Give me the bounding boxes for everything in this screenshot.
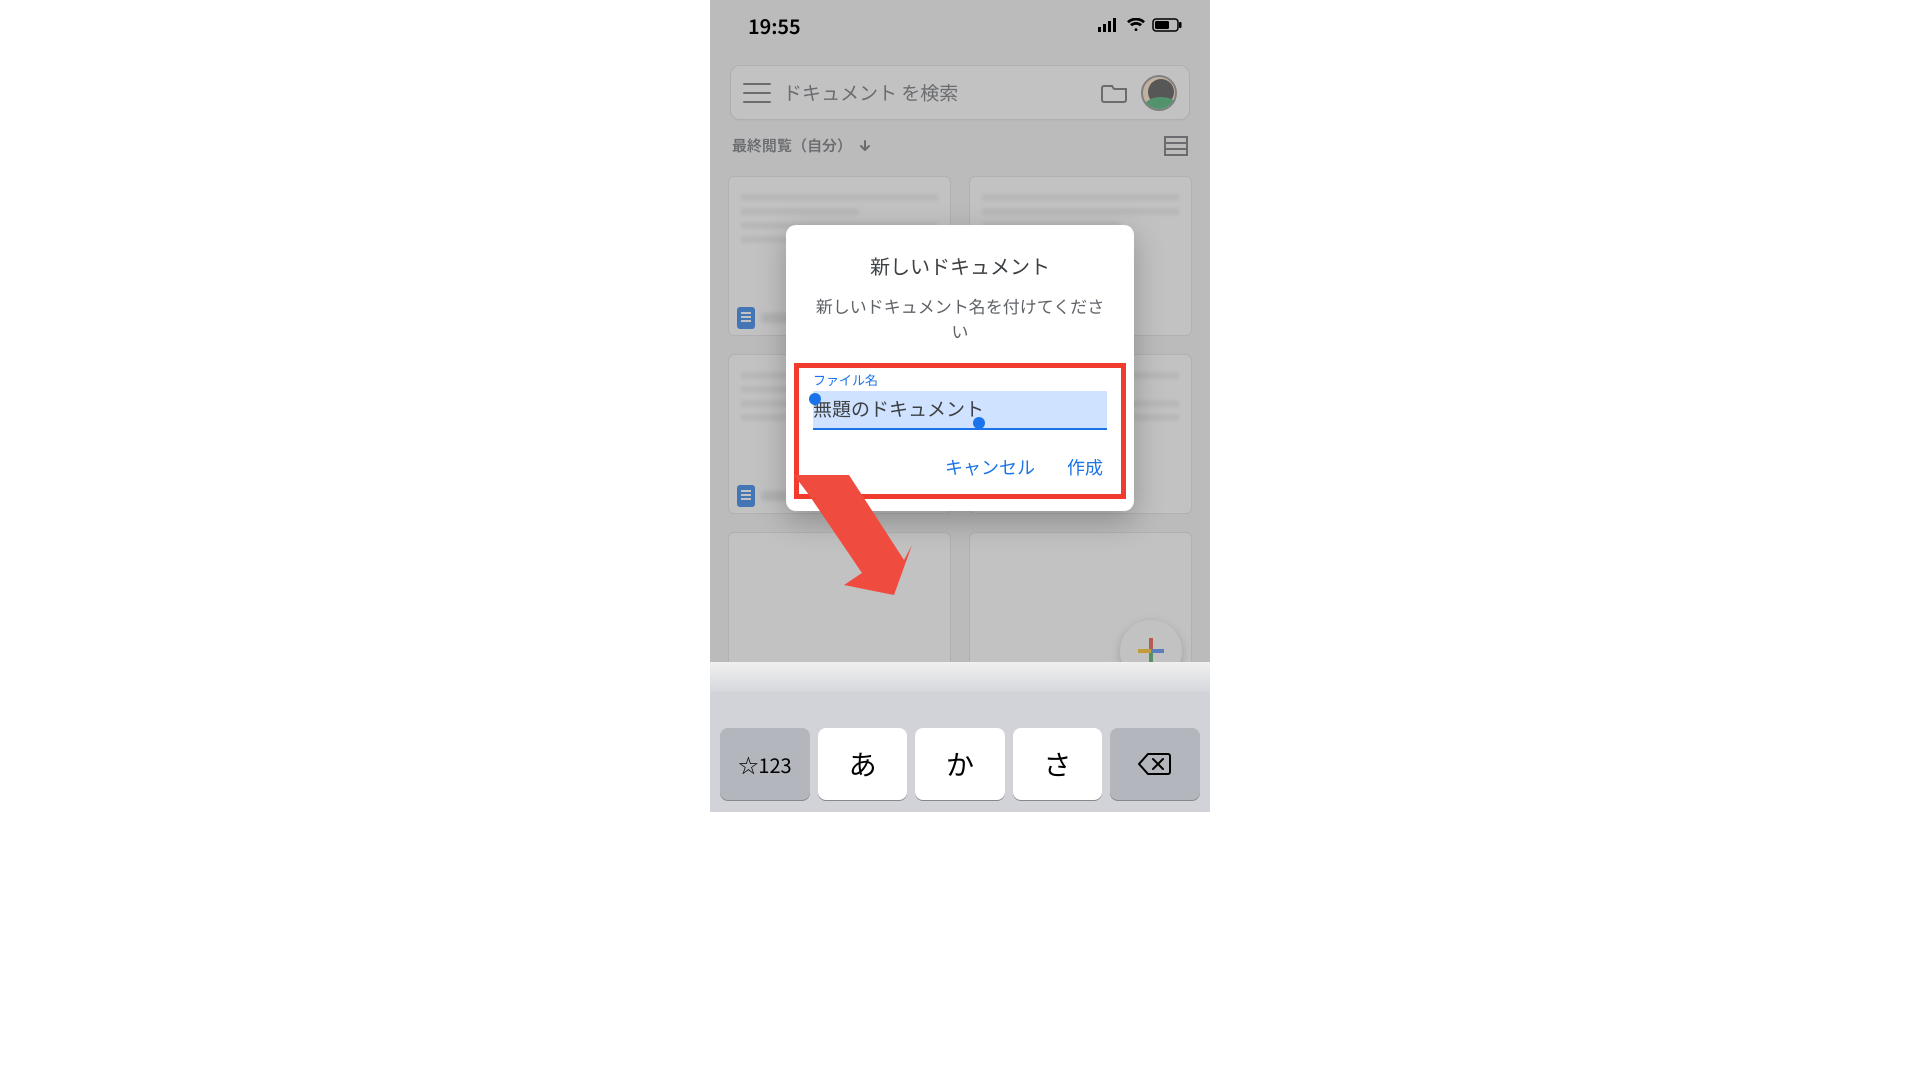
dialog-subtitle: 新しいドキュメント名を付けてください (808, 294, 1112, 343)
highlight-annotation: ファイル名 キャンセル 作成 (794, 363, 1126, 499)
dialog-title: 新しいドキュメント (808, 251, 1112, 280)
battery-icon (1152, 18, 1182, 32)
new-document-dialog: 新しいドキュメント 新しいドキュメント名を付けてください ファイル名 キャンセル… (786, 225, 1134, 511)
create-button[interactable]: 作成 (1067, 454, 1103, 480)
cancel-button[interactable]: キャンセル (945, 454, 1035, 480)
phone-frame: ドキュメント を検索 最終閲覧（自分） (710, 0, 1210, 812)
filename-input[interactable] (813, 391, 1107, 430)
status-icons (1098, 18, 1182, 32)
keyboard: ☆123 あ か さ (710, 692, 1210, 812)
keyboard-switch-key[interactable]: ☆123 (720, 728, 810, 800)
status-time: 19:55 (748, 11, 801, 40)
wifi-icon (1126, 18, 1146, 32)
keyboard-delete-key[interactable] (1110, 728, 1200, 800)
backspace-icon (1138, 752, 1172, 776)
keyboard-key-ka[interactable]: か (915, 728, 1004, 800)
field-label: ファイル名 (813, 370, 1107, 389)
status-bar: 19:55 (710, 0, 1210, 50)
keyboard-key-sa[interactable]: さ (1013, 728, 1102, 800)
signal-icon (1098, 18, 1120, 32)
keyboard-key-a[interactable]: あ (818, 728, 907, 800)
